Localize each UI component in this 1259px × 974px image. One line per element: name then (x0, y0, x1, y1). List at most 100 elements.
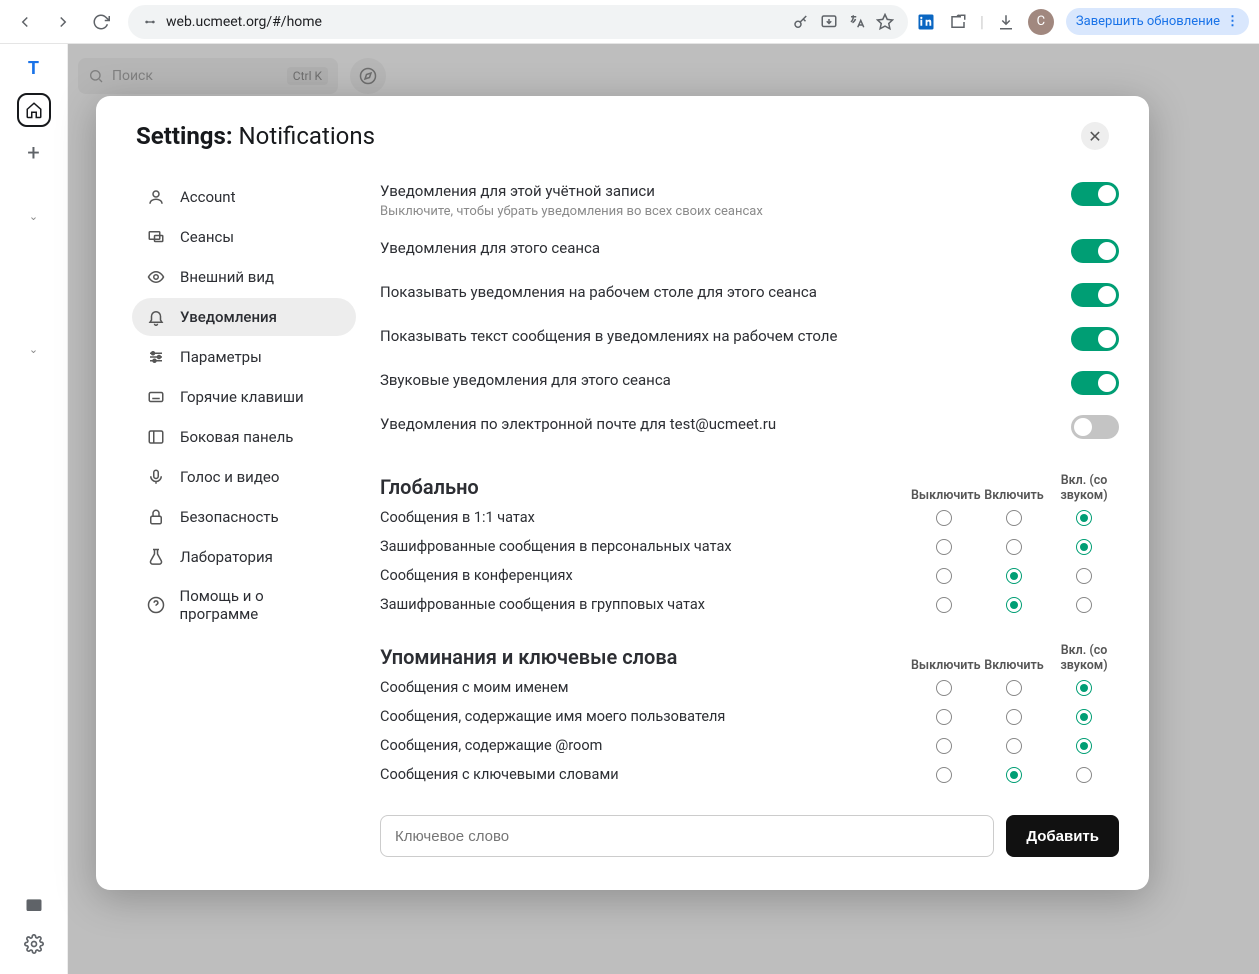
nav-label: Account (180, 188, 236, 206)
toggle-switch[interactable] (1071, 283, 1119, 307)
preferences-icon (146, 347, 166, 367)
radio-option[interactable] (936, 680, 952, 696)
toggle-row-5: Уведомления по электронной почте для tes… (380, 405, 1119, 449)
col-header: Включить (979, 488, 1049, 503)
row-label: Зашифрованные сообщения в групповых чата… (380, 596, 909, 613)
nav-preferences[interactable]: Параметры (132, 338, 356, 376)
install-icon[interactable] (820, 13, 838, 31)
toggle-row-2: Показывать уведомления на рабочем столе … (380, 273, 1119, 317)
star-icon[interactable] (876, 13, 894, 31)
radio-option[interactable] (936, 709, 952, 725)
grid-row: Сообщения с моим именем (380, 673, 1119, 702)
toggle-row-3: Показывать текст сообщения в уведомления… (380, 317, 1119, 361)
toggle-switch[interactable] (1071, 327, 1119, 351)
toggle-row-1: Уведомления для этого сеанса (380, 229, 1119, 273)
chevron-down-icon[interactable]: ⌄ (29, 343, 38, 356)
grid-row: Сообщения с ключевыми словами (380, 760, 1119, 789)
profile-avatar[interactable]: C (1028, 9, 1054, 35)
chevron-down-icon[interactable]: ⌄ (29, 210, 38, 223)
nav-label: Внешний вид (180, 268, 274, 286)
toggle-switch[interactable] (1071, 239, 1119, 263)
toggle-label: Показывать текст сообщения в уведомления… (380, 327, 1071, 345)
radio-option[interactable] (936, 738, 952, 754)
col-header: Выключить (909, 488, 979, 503)
url-bar[interactable]: web.ucmeet.org/#/home (128, 5, 908, 39)
reload-button[interactable] (86, 7, 116, 37)
labs-icon (146, 547, 166, 567)
translate-icon[interactable] (848, 13, 866, 31)
radio-option[interactable] (1006, 738, 1022, 754)
toggle-switch[interactable] (1071, 182, 1119, 206)
radio-option[interactable] (1076, 738, 1092, 754)
nav-label: Лаборатория (180, 548, 273, 566)
radio-option[interactable] (1076, 510, 1092, 526)
toggle-label: Звуковые уведомления для этого сеанса (380, 371, 1071, 389)
radio-option[interactable] (936, 767, 952, 783)
back-button[interactable] (10, 7, 40, 37)
nav-label: Уведомления (180, 308, 277, 326)
toggle-row-0: Уведомления для этой учётной записиВыклю… (380, 172, 1119, 229)
toggle-switch[interactable] (1071, 415, 1119, 439)
threads-icon[interactable] (24, 896, 44, 916)
sidebar-icon (146, 427, 166, 447)
radio-option[interactable] (1076, 767, 1092, 783)
radio-option[interactable] (1006, 539, 1022, 555)
row-label: Сообщения с ключевыми словами (380, 766, 909, 783)
toggle-switch[interactable] (1071, 371, 1119, 395)
settings-icon[interactable] (24, 934, 44, 954)
settings-content: Уведомления для этой учётной записиВыклю… (356, 160, 1129, 870)
nav-labs[interactable]: Лаборатория (132, 538, 356, 576)
radio-option[interactable] (1006, 568, 1022, 584)
radio-option[interactable] (1076, 597, 1092, 613)
nav-label: Боковая панель (180, 428, 293, 446)
radio-option[interactable] (1006, 709, 1022, 725)
radio-option[interactable] (936, 597, 952, 613)
settings-modal: Settings: Notifications ✕ AccountСеансыВ… (96, 96, 1149, 890)
nav-sessions[interactable]: Сеансы (132, 218, 356, 256)
keyword-input[interactable] (380, 815, 994, 857)
section-title: Упоминания и ключевые слова (380, 645, 909, 669)
nav-hotkeys[interactable]: Горячие клавиши (132, 378, 356, 416)
rail-home[interactable] (17, 93, 51, 127)
radio-option[interactable] (1076, 539, 1092, 555)
radio-option[interactable] (936, 539, 952, 555)
add-keyword-button[interactable]: Добавить (1006, 815, 1119, 857)
nav-security[interactable]: Безопасность (132, 498, 356, 536)
col-header: Вкл. (со звуком) (1049, 643, 1119, 673)
hotkeys-icon (146, 387, 166, 407)
grid-row: Сообщения в конференциях (380, 561, 1119, 590)
radio-option[interactable] (1076, 680, 1092, 696)
update-button[interactable]: Завершить обновление⋮ (1066, 8, 1249, 35)
nav-notifications[interactable]: Уведомления (132, 298, 356, 336)
radio-option[interactable] (1006, 510, 1022, 526)
forward-button[interactable] (48, 7, 78, 37)
radio-option[interactable] (1006, 597, 1022, 613)
downloads-icon[interactable] (996, 12, 1016, 32)
nav-help[interactable]: Помощь и о программе (132, 578, 356, 632)
nav-label: Безопасность (180, 508, 279, 526)
radio-option[interactable] (1006, 767, 1022, 783)
grid-row: Зашифрованные сообщения в персональных ч… (380, 532, 1119, 561)
toggle-sublabel: Выключите, чтобы убрать уведомления во в… (380, 204, 1071, 219)
rail-add[interactable]: + (27, 141, 39, 166)
radio-option[interactable] (936, 510, 952, 526)
app-logo[interactable]: T (28, 58, 39, 79)
radio-option[interactable] (1076, 709, 1092, 725)
radio-option[interactable] (1006, 680, 1022, 696)
row-label: Сообщения в 1:1 чатах (380, 509, 909, 526)
radio-option[interactable] (1076, 568, 1092, 584)
row-label: Сообщения с моим именем (380, 679, 909, 696)
key-icon[interactable] (792, 13, 810, 31)
close-button[interactable]: ✕ (1081, 122, 1109, 150)
left-rail: T + ⌄ ⌄ (0, 44, 68, 974)
nav-sidebar[interactable]: Боковая панель (132, 418, 356, 456)
security-icon (146, 507, 166, 527)
linkedin-ext-icon[interactable] (916, 12, 936, 32)
col-header: Включить (979, 658, 1049, 673)
extensions-icon[interactable] (948, 12, 968, 32)
nav-voice[interactable]: Голос и видео (132, 458, 356, 496)
nav-account[interactable]: Account (132, 178, 356, 216)
nav-appearance[interactable]: Внешний вид (132, 258, 356, 296)
row-label: Сообщения в конференциях (380, 567, 909, 584)
radio-option[interactable] (936, 568, 952, 584)
